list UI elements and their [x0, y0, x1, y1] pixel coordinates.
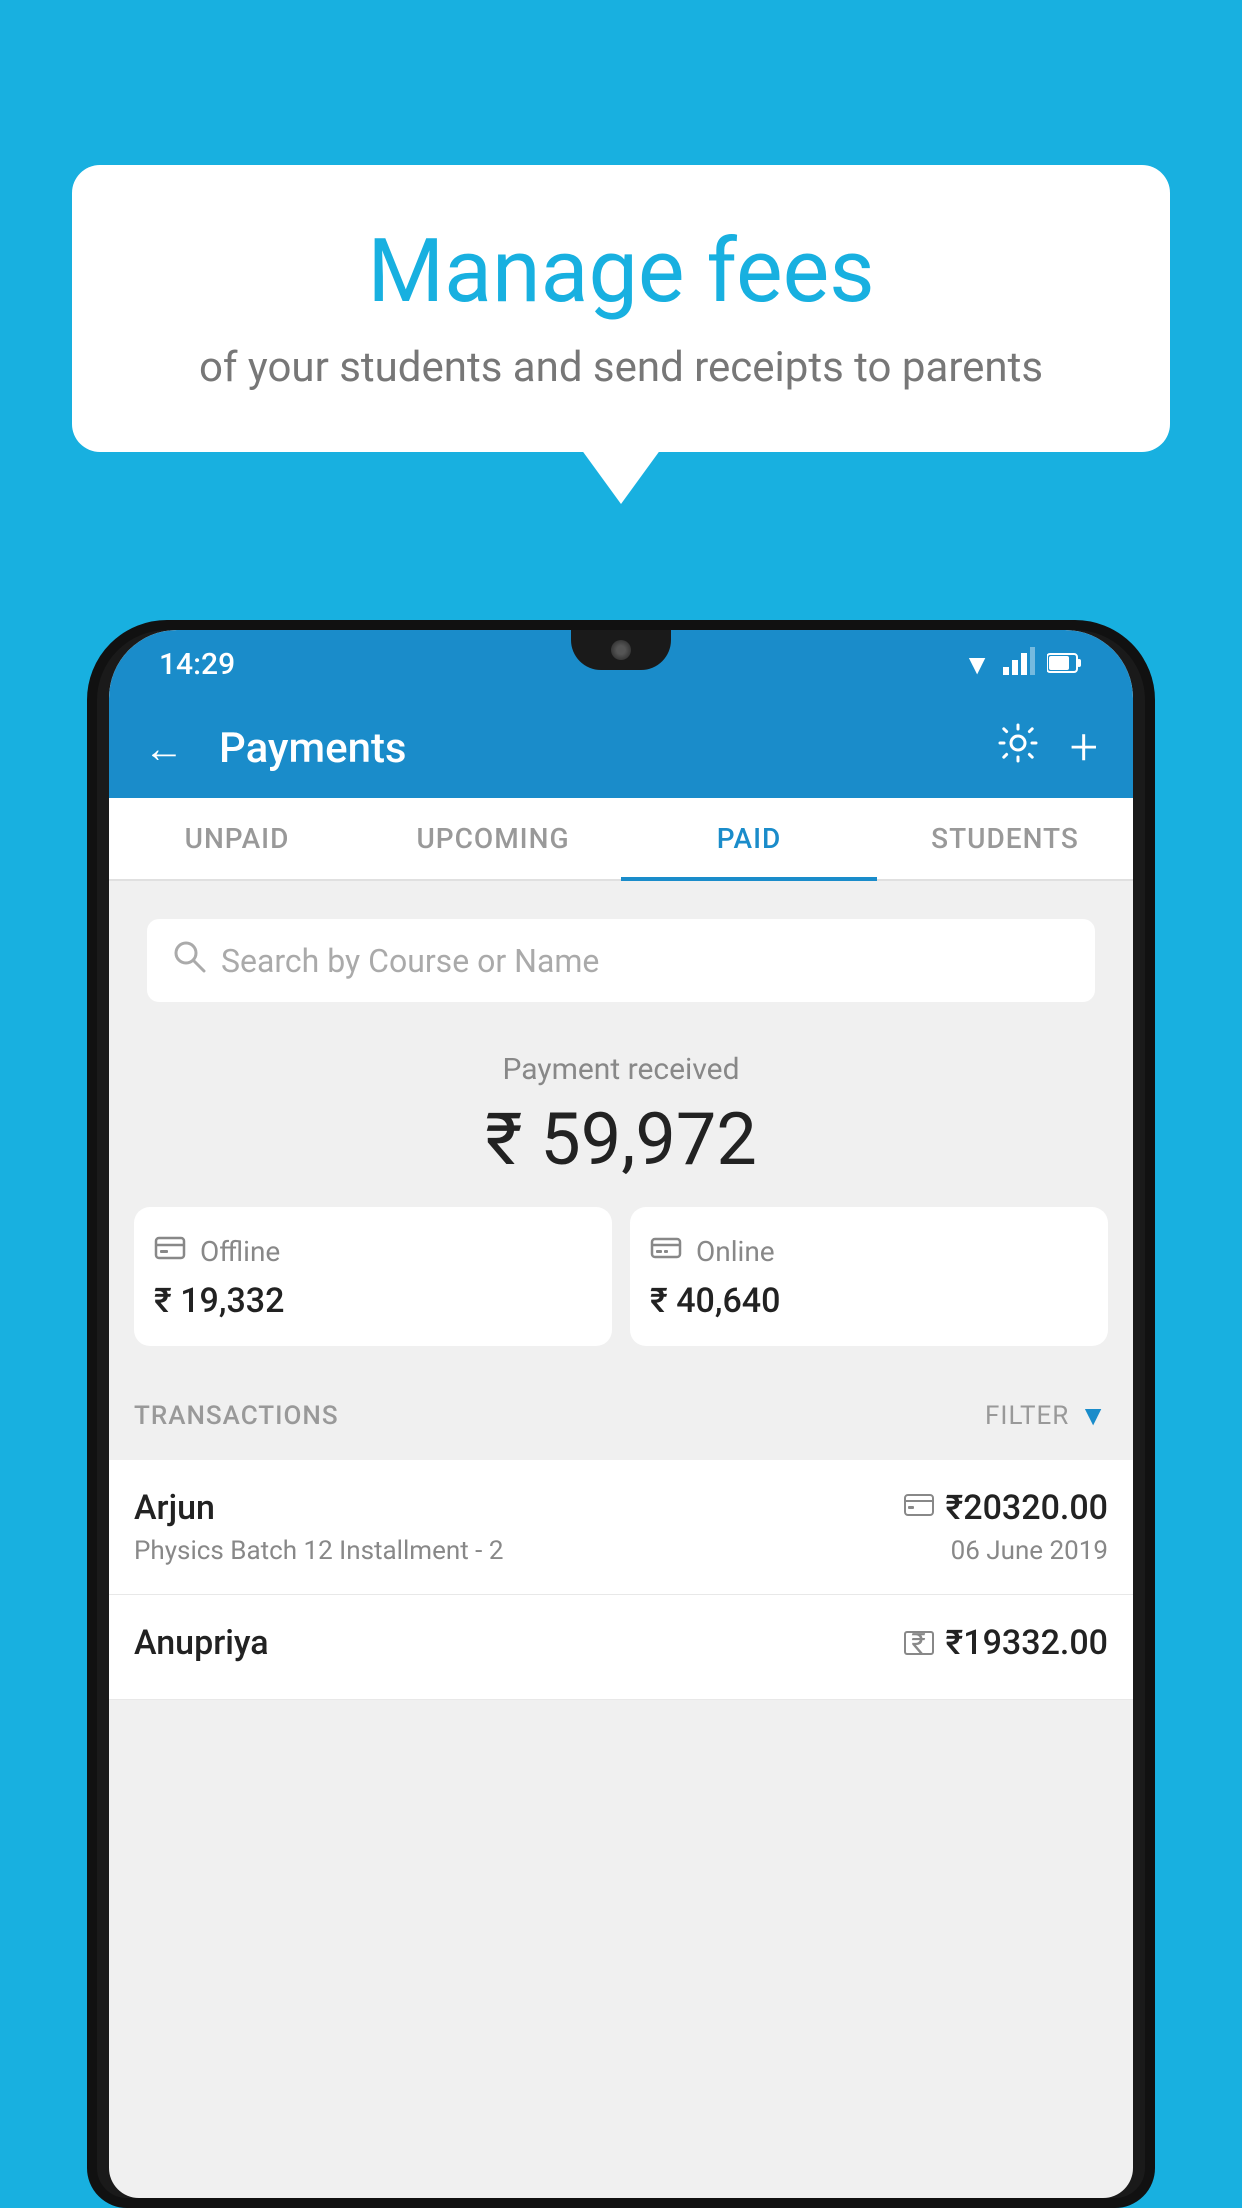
payment-method-icon-arjun — [904, 1493, 934, 1523]
transaction-amount-arjun: ₹20320.00 — [946, 1488, 1108, 1528]
search-bar[interactable]: Search by Course or Name — [147, 919, 1095, 1002]
filter-button[interactable]: FILTER ▼ — [985, 1399, 1108, 1432]
online-amount: ₹ 40,640 — [650, 1281, 1088, 1321]
tab-upcoming[interactable]: UPCOMING — [365, 798, 621, 879]
bubble-subtitle: of your students and send receipts to pa… — [132, 343, 1110, 392]
offline-label: Offline — [200, 1235, 280, 1268]
online-icon — [650, 1232, 682, 1271]
transaction-row-anupriya[interactable]: Anupriya ₹ ₹19332.00 — [109, 1595, 1133, 1700]
payment-summary: Payment received ₹ 59,972 Offline — [109, 1022, 1133, 1371]
app-bar: ← Payments + — [109, 698, 1133, 798]
payment-method-icon-anupriya: ₹ — [904, 1631, 934, 1655]
status-icons: ▼ — [963, 647, 1083, 682]
transaction-name-arjun: Arjun — [134, 1488, 215, 1528]
app-bar-icons: + — [996, 719, 1098, 777]
offline-icon — [154, 1232, 186, 1271]
transaction-top-arjun: Arjun ₹20320.00 — [134, 1488, 1108, 1528]
filter-label: FILTER — [985, 1401, 1069, 1431]
transaction-row-arjun[interactable]: Arjun ₹20320.00 Physics Batch 12 Install… — [109, 1460, 1133, 1595]
phone-frame: 14:29 ▼ — [87, 620, 1155, 2208]
tab-students[interactable]: STUDENTS — [877, 798, 1133, 879]
transaction-amount-group-arjun: ₹20320.00 — [904, 1488, 1108, 1528]
settings-button[interactable] — [996, 721, 1040, 775]
tabs-bar: UNPAID UPCOMING PAID STUDENTS — [109, 798, 1133, 881]
wifi-icon: ▼ — [963, 648, 991, 681]
transaction-bottom-arjun: Physics Batch 12 Installment - 2 06 June… — [134, 1536, 1108, 1566]
transactions-label: TRANSACTIONS — [134, 1401, 339, 1431]
add-button[interactable]: + — [1070, 719, 1098, 777]
transaction-name-anupriya: Anupriya — [134, 1623, 269, 1663]
online-card-header: Online — [650, 1232, 1088, 1271]
payment-cards: Offline ₹ 19,332 — [134, 1207, 1108, 1346]
payment-received-label: Payment received — [129, 1052, 1113, 1087]
tab-paid[interactable]: PAID — [621, 798, 877, 879]
transaction-detail-arjun: Physics Batch 12 Installment - 2 — [134, 1536, 503, 1566]
app-title: Payments — [219, 724, 971, 773]
transaction-amount-group-anupriya: ₹ ₹19332.00 — [904, 1623, 1108, 1663]
front-camera — [611, 640, 631, 660]
payment-amount: ₹ 59,972 — [129, 1097, 1113, 1182]
transaction-top-anupriya: Anupriya ₹ ₹19332.00 — [134, 1623, 1108, 1663]
search-icon — [172, 939, 206, 982]
offline-card: Offline ₹ 19,332 — [134, 1207, 612, 1346]
online-card: Online ₹ 40,640 — [630, 1207, 1108, 1346]
speech-bubble: Manage fees of your students and send re… — [72, 165, 1170, 452]
offline-card-header: Offline — [154, 1232, 592, 1271]
transactions-header: TRANSACTIONS FILTER ▼ — [109, 1371, 1133, 1460]
online-label: Online — [696, 1235, 775, 1268]
tab-unpaid[interactable]: UNPAID — [109, 798, 365, 879]
phone-power-button — [1147, 830, 1155, 910]
phone-vol-down-button — [87, 1010, 95, 1110]
signal-icon — [1003, 647, 1035, 682]
phone-silent-button — [87, 800, 95, 860]
notch — [571, 630, 671, 670]
transaction-date-arjun: 06 June 2019 — [951, 1536, 1108, 1566]
search-placeholder-text: Search by Course or Name — [221, 942, 599, 980]
offline-amount: ₹ 19,332 — [154, 1281, 592, 1321]
filter-icon: ▼ — [1079, 1399, 1108, 1432]
back-button[interactable]: ← — [144, 725, 184, 772]
status-bar: 14:29 ▼ — [109, 630, 1133, 698]
bubble-title: Manage fees — [132, 220, 1110, 323]
phone-vol-up-button — [87, 890, 95, 990]
phone-screen: 14:29 ▼ — [109, 630, 1133, 2198]
transaction-amount-anupriya: ₹19332.00 — [946, 1623, 1108, 1663]
status-time: 14:29 — [159, 647, 235, 682]
battery-icon — [1047, 648, 1083, 681]
